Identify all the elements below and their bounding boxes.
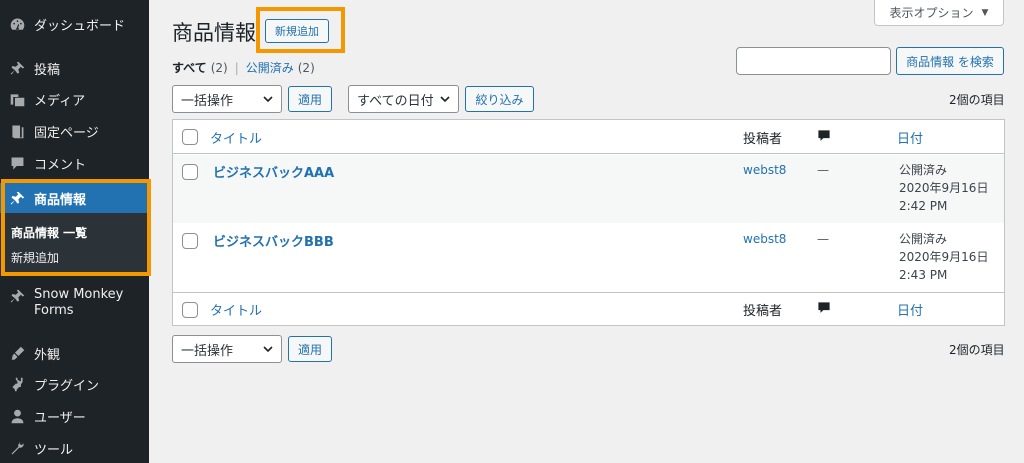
row-checkbox[interactable] [182,233,198,249]
select-all-checkbox[interactable] [182,129,198,145]
page-title: 商品情報 [172,21,256,45]
filter-button[interactable]: 絞り込み [465,86,534,112]
bulk-action-select-bottom[interactable]: 一括操作 [172,335,282,363]
column-date[interactable]: 日付 [897,128,923,147]
comment-icon [0,155,34,172]
search-input[interactable] [736,47,891,75]
comment-icon[interactable] [817,301,831,315]
bulk-action-value: 一括操作 [181,343,234,359]
sidebar-item-label: 投稿 [34,62,61,78]
page-icon [0,123,34,140]
date-filter-value: すべての日付 [357,93,434,109]
sidebar-item-products[interactable]: 商品情報 [0,183,149,213]
chevron-down-icon [263,346,273,353]
sidebar-item-posts[interactable]: 投稿 [0,57,149,79]
item-count: 2個の項目 [949,93,1005,107]
post-date: 公開済み 2020年9月16日 2:43 PM [899,230,988,284]
add-new-button[interactable]: 新規追加 [265,19,329,43]
user-icon [0,408,34,425]
screen-options-label: 表示オプション [889,6,974,20]
sidebar-item-label: 固定ページ [34,125,99,141]
column-title[interactable]: タイトル [210,128,262,147]
table-header-row: タイトル 投稿者 日付 [173,120,1004,154]
caret-down-icon: ▼ [981,7,989,18]
sidebar-item-label: ツール [34,442,74,458]
media-icon [0,91,34,108]
post-date: 公開済み 2020年9月16日 2:42 PM [899,161,988,215]
post-date-value: 2020年9月16日 [899,250,989,264]
post-title-link[interactable]: ビジネスバックAAA [213,162,334,181]
pin-icon [0,60,34,77]
sidebar-item-label: Snow Monkey Forms [34,287,123,319]
appearance-icon [0,345,34,362]
sidebar-item-label: ユーザー [34,410,86,426]
author-link[interactable]: webst8 [743,163,786,177]
column-date[interactable]: 日付 [897,300,923,319]
plugin-icon [0,376,34,393]
sidebar-item-label: コメント [34,157,87,173]
posts-table: タイトル 投稿者 日付 ビジネスバックAAA webst8 — 公開済み 202… [172,119,1005,326]
filter-published-link[interactable]: 公開済み [246,59,294,76]
date-filter-select[interactable]: すべての日付 [348,85,459,113]
author-link[interactable]: webst8 [743,232,786,246]
submenu-item-add-new[interactable]: 新規追加 [11,249,59,266]
table-row: ビジネスバックAAA webst8 — 公開済み 2020年9月16日 2:42… [173,155,1004,223]
filter-all-count: (2) [210,60,228,75]
item-count-bottom: 2個の項目 [949,343,1005,357]
select-all-checkbox[interactable] [182,302,198,318]
row-checkbox[interactable] [182,164,198,180]
status-filter-links: すべて (2) | 公開済み (2) [172,59,315,76]
sidebar-item-label: プラグイン [34,378,100,394]
chevron-down-icon [263,96,273,103]
label-line-1: Snow Monkey [34,287,124,302]
apply-button-bottom[interactable]: 適用 [288,336,332,362]
sidebar-item-tools[interactable]: ツール [0,437,149,459]
sidebar-item-label: 外観 [34,347,61,363]
sidebar-item-snow-monkey-forms[interactable]: Snow Monkey Forms [0,287,149,321]
post-time-value: 2:42 PM [899,199,948,213]
post-date-value: 2020年9月16日 [899,181,989,195]
filter-separator: | [234,60,239,75]
sidebar-item-comments[interactable]: コメント [0,152,149,174]
pin-icon [0,190,34,207]
post-time-value: 2:43 PM [899,268,948,282]
pin-icon [0,287,34,305]
sidebar-item-media[interactable]: メディア [0,88,149,110]
sidebar-item-appearance[interactable]: 外観 [0,342,149,364]
sidebar-item-label: 商品情報 [34,192,87,208]
sidebar-item-dashboard[interactable]: ダッシュボード [0,13,149,35]
chevron-down-icon [440,96,450,103]
submenu-item-product-list[interactable]: 商品情報 一覧 [11,224,87,241]
table-footer-row: タイトル 投稿者 日付 [173,292,1004,326]
search-button[interactable]: 商品情報 を検索 [896,47,1004,75]
sidebar-item-label: ダッシュボード [34,18,126,34]
column-author: 投稿者 [743,304,783,319]
filter-published-count: (2) [297,60,315,75]
sidebar-item-plugins[interactable]: プラグイン [0,373,149,395]
sidebar-item-pages[interactable]: 固定ページ [0,120,149,142]
post-title-link[interactable]: ビジネスバックBBB [213,231,334,250]
sidebar-item-label: メディア [34,93,86,109]
comment-count: — [817,163,829,177]
admin-sidebar: ダッシュボード 投稿 メディア 固定ページ コメント 商品情報 商品情報 一覧 … [0,0,149,463]
column-title[interactable]: タイトル [210,300,262,319]
tool-icon [0,440,34,457]
products-submenu: 商品情報 一覧 新規追加 [0,213,149,275]
table-row: ビジネスバックBBB webst8 — 公開済み 2020年9月16日 2:43… [173,223,1004,291]
bulk-action-select[interactable]: 一括操作 [172,85,282,113]
column-author: 投稿者 [743,132,783,147]
screen-options-button[interactable]: 表示オプション ▼ [874,0,1004,26]
dashboard-icon [0,16,34,33]
post-status: 公開済み [899,163,948,177]
comment-count: — [817,232,829,246]
label-line-2: Forms [34,303,74,318]
bulk-action-value: 一括操作 [181,93,234,109]
post-status: 公開済み [899,232,948,246]
apply-button[interactable]: 適用 [288,86,332,112]
comment-icon[interactable] [817,129,831,143]
sidebar-item-users[interactable]: ユーザー [0,405,149,427]
filter-all-label[interactable]: すべて [172,59,207,76]
